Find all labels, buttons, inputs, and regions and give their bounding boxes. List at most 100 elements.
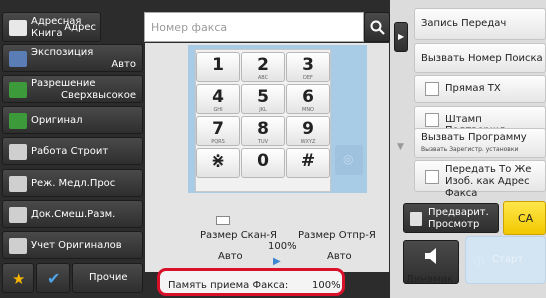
keypad-key-letters: WXYZ — [300, 139, 316, 145]
keypad-key-digit: ⋇ — [210, 151, 226, 171]
send-record-label: Запись Передач — [421, 18, 507, 29]
keypad-key[interactable]: 6 MNO — [286, 84, 330, 114]
same-image-button[interactable]: Передать То Же Изоб. как Адрес Факса — [414, 160, 546, 199]
start-icon: ⓘ — [474, 257, 484, 268]
mixed-size-label: Док.Смеш.Разм. — [31, 209, 116, 220]
send-size-label[interactable]: Размер Отпр-Я — [298, 230, 376, 241]
call-program-label: Вызвать Программу — [421, 132, 527, 143]
resolution-label: Разрешение — [31, 78, 96, 89]
fax-memory-status: Память приема Факса: 100% — [157, 268, 345, 296]
slow-scan-icon — [9, 176, 27, 192]
keypad-key[interactable]: 1 — [196, 52, 240, 82]
original-count-button[interactable]: Учет Оригиналов — [2, 231, 143, 259]
call-search-label: Вызвать Номер Поиска — [421, 53, 543, 64]
fax-memory-value: 100% — [312, 280, 341, 291]
fax-memory-label: Память приема Факса: — [168, 280, 289, 291]
search-icon — [370, 20, 385, 35]
keypad-key-letters: GHI — [213, 107, 223, 113]
direct-tx-button[interactable]: Прямая TX — [414, 75, 546, 103]
keypad-key[interactable]: 7 PQRS — [196, 116, 240, 146]
same-image-label: Передать То Же Изоб. как Адрес Факса — [445, 164, 532, 199]
keypad-key-letters: TUV — [257, 139, 269, 145]
search-button[interactable] — [364, 12, 390, 42]
exposure-button[interactable]: Экспозиция Авто — [2, 44, 143, 72]
keypad-key-digit: 0 — [257, 151, 269, 171]
mixed-size-button[interactable]: Док.Смеш.Разм. — [2, 200, 143, 228]
scroll-down-button[interactable]: ▼ — [396, 142, 410, 154]
arrow-right-icon: ▶ — [398, 32, 405, 41]
keypad-key-digit: 2 — [257, 55, 269, 75]
exposure-icon — [9, 51, 27, 67]
call-search-button[interactable]: Вызвать Номер Поиска — [414, 43, 546, 73]
others-button[interactable]: Прочие — [72, 263, 143, 293]
ca-button[interactable]: CA — [503, 201, 546, 235]
address-book-button[interactable]: Адресная Книга Адрес — [2, 12, 101, 42]
keypad-key[interactable]: 5 JKL — [241, 84, 285, 114]
checkbox-icon — [425, 113, 439, 127]
preview-label: Предварит. Просмотр — [428, 207, 489, 230]
scan-size-label[interactable]: Размер Скан-Я — [200, 230, 277, 241]
keypad-key[interactable]: 8 TUV — [241, 116, 285, 146]
keypad-key-digit: 5 — [257, 87, 269, 107]
resolution-icon — [9, 82, 27, 98]
keypad-key[interactable]: 9 WXYZ — [286, 116, 330, 146]
keypad-key[interactable]: 3 DEF — [286, 52, 330, 82]
exposure-value: Авто — [111, 59, 136, 70]
direction-arrow-icon: ▶ — [273, 256, 281, 267]
ratio-value[interactable]: 100% — [268, 241, 297, 252]
address-book-icon — [9, 20, 27, 36]
checkbox-icon — [425, 82, 439, 96]
original-button[interactable]: Оригинал — [2, 106, 143, 134]
call-program-sublabel: Вызвать Зарегистр. установки — [421, 146, 519, 153]
keypad-key[interactable]: 4 GHI — [196, 84, 240, 114]
clear-icon: ◎ — [343, 152, 354, 166]
scan-size-value[interactable]: Авто — [218, 251, 243, 262]
keypad-key-digit: 6 — [302, 87, 314, 107]
slow-scan-button[interactable]: Реж. Медл.Прос — [2, 169, 143, 197]
start-label: Старт — [492, 254, 524, 265]
collapse-panel-button[interactable]: ▶ — [394, 22, 408, 52]
keypad-key-digit: 3 — [302, 55, 314, 75]
keypad-key-digit: 4 — [212, 87, 224, 107]
keypad-key-digit: 8 — [257, 119, 269, 139]
original-icon — [9, 113, 27, 129]
call-program-button[interactable]: Вызвать Программу Вызвать Зарегистр. уст… — [414, 128, 546, 158]
keypad-key-letters: JKL — [259, 107, 267, 113]
job-build-label: Работа Строит — [31, 146, 109, 157]
send-size-value[interactable]: Авто — [327, 251, 352, 262]
original-label: Оригинал — [31, 115, 83, 126]
scan-info-area — [145, 215, 389, 272]
resolution-button[interactable]: Разрешение Сверхвысокое — [2, 75, 143, 103]
send-record-button[interactable]: Запись Передач — [414, 8, 546, 40]
fax-number-input[interactable]: Номер факса — [144, 12, 364, 42]
original-count-label: Учет Оригиналов — [31, 240, 122, 251]
keypad-key[interactable]: # — [286, 148, 330, 178]
speaker-icon — [425, 248, 436, 264]
keypad-key-digit: # — [300, 151, 316, 171]
keypad-key[interactable]: 0 — [241, 148, 285, 178]
mixed-size-icon — [9, 207, 27, 223]
keypad-key[interactable]: 2 ABC — [241, 52, 285, 82]
clear-button[interactable]: ◎ — [335, 145, 363, 175]
checkmark-icon: ✔ — [47, 269, 61, 288]
exposure-label: Экспозиция — [31, 47, 94, 58]
favorite-button[interactable]: ★ — [2, 263, 34, 293]
keypad-key-digit: 7 — [212, 119, 224, 139]
start-button[interactable]: ⓘ Старт — [465, 236, 546, 284]
original-count-icon — [9, 238, 27, 254]
resolution-value: Сверхвысокое — [60, 90, 136, 101]
direct-tx-label: Прямая TX — [445, 83, 501, 94]
others-label: Прочие — [89, 272, 128, 283]
keypad-key-letters: MNO — [302, 107, 314, 113]
star-icon: ★ — [12, 270, 26, 288]
keypad-key-letters: DEF — [303, 75, 313, 81]
keypad-key-digit: 9 — [302, 119, 314, 139]
job-build-button[interactable]: Работа Строит — [2, 137, 143, 165]
chevron-down-icon: ▼ — [397, 142, 404, 152]
check-button[interactable]: ✔ — [36, 263, 70, 293]
ca-label: CA — [518, 212, 534, 225]
speaker-label: Динамик — [406, 274, 454, 285]
preview-button[interactable]: Предварит. Просмотр — [403, 203, 499, 233]
keypad-key[interactable]: ⋇ — [196, 148, 240, 178]
preview-icon — [410, 212, 422, 226]
